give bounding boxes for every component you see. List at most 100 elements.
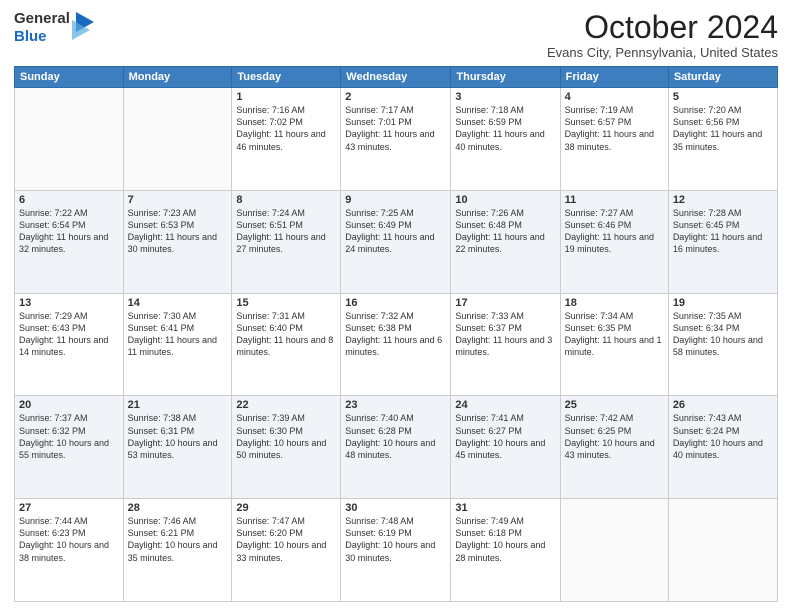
table-row: 6Sunrise: 7:22 AM Sunset: 6:54 PM Daylig… [15,190,124,293]
table-row: 19Sunrise: 7:35 AM Sunset: 6:34 PM Dayli… [668,293,777,396]
table-row: 8Sunrise: 7:24 AM Sunset: 6:51 PM Daylig… [232,190,341,293]
logo: General Blue [14,10,94,46]
col-wednesday: Wednesday [341,67,451,88]
day-number: 13 [19,297,119,309]
table-row: 5Sunrise: 7:20 AM Sunset: 6:56 PM Daylig… [668,88,777,191]
table-row: 11Sunrise: 7:27 AM Sunset: 6:46 PM Dayli… [560,190,668,293]
col-thursday: Thursday [451,67,560,88]
table-row: 7Sunrise: 7:23 AM Sunset: 6:53 PM Daylig… [123,190,232,293]
table-row: 16Sunrise: 7:32 AM Sunset: 6:38 PM Dayli… [341,293,451,396]
logo-general: General [14,10,70,27]
day-number: 16 [345,297,446,309]
table-row: 10Sunrise: 7:26 AM Sunset: 6:48 PM Dayli… [451,190,560,293]
day-info: Sunrise: 7:42 AM Sunset: 6:25 PM Dayligh… [565,412,664,461]
day-info: Sunrise: 7:31 AM Sunset: 6:40 PM Dayligh… [236,310,336,359]
day-info: Sunrise: 7:33 AM Sunset: 6:37 PM Dayligh… [455,310,555,359]
day-number: 9 [345,194,446,206]
day-info: Sunrise: 7:28 AM Sunset: 6:45 PM Dayligh… [673,207,773,256]
calendar-header-row: Sunday Monday Tuesday Wednesday Thursday… [15,67,778,88]
day-info: Sunrise: 7:18 AM Sunset: 6:59 PM Dayligh… [455,104,555,153]
table-row: 3Sunrise: 7:18 AM Sunset: 6:59 PM Daylig… [451,88,560,191]
title-block: October 2024 Evans City, Pennsylvania, U… [547,10,778,60]
table-row [668,499,777,602]
header: General Blue October 2024 Evans City, Pe… [14,10,778,60]
day-number: 14 [128,297,228,309]
day-info: Sunrise: 7:30 AM Sunset: 6:41 PM Dayligh… [128,310,228,359]
table-row: 31Sunrise: 7:49 AM Sunset: 6:18 PM Dayli… [451,499,560,602]
day-number: 21 [128,399,228,411]
day-info: Sunrise: 7:17 AM Sunset: 7:01 PM Dayligh… [345,104,446,153]
logo-icon [72,12,94,45]
day-number: 10 [455,194,555,206]
day-number: 30 [345,502,446,514]
day-number: 6 [19,194,119,206]
day-info: Sunrise: 7:39 AM Sunset: 6:30 PM Dayligh… [236,412,336,461]
col-sunday: Sunday [15,67,124,88]
day-number: 29 [236,502,336,514]
day-number: 19 [673,297,773,309]
col-friday: Friday [560,67,668,88]
day-number: 27 [19,502,119,514]
day-number: 23 [345,399,446,411]
calendar-table: Sunday Monday Tuesday Wednesday Thursday… [14,66,778,602]
day-info: Sunrise: 7:37 AM Sunset: 6:32 PM Dayligh… [19,412,119,461]
table-row: 25Sunrise: 7:42 AM Sunset: 6:25 PM Dayli… [560,396,668,499]
logo-text: General Blue [14,10,70,46]
day-info: Sunrise: 7:24 AM Sunset: 6:51 PM Dayligh… [236,207,336,256]
day-number: 8 [236,194,336,206]
day-info: Sunrise: 7:35 AM Sunset: 6:34 PM Dayligh… [673,310,773,359]
day-number: 5 [673,91,773,103]
day-number: 7 [128,194,228,206]
table-row: 28Sunrise: 7:46 AM Sunset: 6:21 PM Dayli… [123,499,232,602]
col-tuesday: Tuesday [232,67,341,88]
table-row: 17Sunrise: 7:33 AM Sunset: 6:37 PM Dayli… [451,293,560,396]
month-title: October 2024 [547,10,778,45]
table-row: 2Sunrise: 7:17 AM Sunset: 7:01 PM Daylig… [341,88,451,191]
table-row: 27Sunrise: 7:44 AM Sunset: 6:23 PM Dayli… [15,499,124,602]
table-row: 18Sunrise: 7:34 AM Sunset: 6:35 PM Dayli… [560,293,668,396]
day-info: Sunrise: 7:48 AM Sunset: 6:19 PM Dayligh… [345,515,446,564]
location: Evans City, Pennsylvania, United States [547,45,778,60]
day-info: Sunrise: 7:49 AM Sunset: 6:18 PM Dayligh… [455,515,555,564]
table-row [560,499,668,602]
day-info: Sunrise: 7:26 AM Sunset: 6:48 PM Dayligh… [455,207,555,256]
day-info: Sunrise: 7:34 AM Sunset: 6:35 PM Dayligh… [565,310,664,359]
day-number: 26 [673,399,773,411]
table-row: 12Sunrise: 7:28 AM Sunset: 6:45 PM Dayli… [668,190,777,293]
day-info: Sunrise: 7:32 AM Sunset: 6:38 PM Dayligh… [345,310,446,359]
table-row: 29Sunrise: 7:47 AM Sunset: 6:20 PM Dayli… [232,499,341,602]
day-info: Sunrise: 7:23 AM Sunset: 6:53 PM Dayligh… [128,207,228,256]
day-info: Sunrise: 7:25 AM Sunset: 6:49 PM Dayligh… [345,207,446,256]
col-monday: Monday [123,67,232,88]
day-info: Sunrise: 7:22 AM Sunset: 6:54 PM Dayligh… [19,207,119,256]
table-row: 15Sunrise: 7:31 AM Sunset: 6:40 PM Dayli… [232,293,341,396]
table-row: 30Sunrise: 7:48 AM Sunset: 6:19 PM Dayli… [341,499,451,602]
table-row: 20Sunrise: 7:37 AM Sunset: 6:32 PM Dayli… [15,396,124,499]
table-row: 24Sunrise: 7:41 AM Sunset: 6:27 PM Dayli… [451,396,560,499]
day-number: 25 [565,399,664,411]
table-row: 23Sunrise: 7:40 AM Sunset: 6:28 PM Dayli… [341,396,451,499]
table-row: 13Sunrise: 7:29 AM Sunset: 6:43 PM Dayli… [15,293,124,396]
day-info: Sunrise: 7:40 AM Sunset: 6:28 PM Dayligh… [345,412,446,461]
day-number: 11 [565,194,664,206]
day-info: Sunrise: 7:16 AM Sunset: 7:02 PM Dayligh… [236,104,336,153]
day-info: Sunrise: 7:41 AM Sunset: 6:27 PM Dayligh… [455,412,555,461]
day-number: 1 [236,91,336,103]
table-row: 1Sunrise: 7:16 AM Sunset: 7:02 PM Daylig… [232,88,341,191]
day-info: Sunrise: 7:47 AM Sunset: 6:20 PM Dayligh… [236,515,336,564]
day-info: Sunrise: 7:46 AM Sunset: 6:21 PM Dayligh… [128,515,228,564]
day-number: 31 [455,502,555,514]
table-row: 21Sunrise: 7:38 AM Sunset: 6:31 PM Dayli… [123,396,232,499]
day-number: 22 [236,399,336,411]
table-row: 9Sunrise: 7:25 AM Sunset: 6:49 PM Daylig… [341,190,451,293]
table-row: 26Sunrise: 7:43 AM Sunset: 6:24 PM Dayli… [668,396,777,499]
table-row: 14Sunrise: 7:30 AM Sunset: 6:41 PM Dayli… [123,293,232,396]
day-number: 4 [565,91,664,103]
day-number: 3 [455,91,555,103]
day-info: Sunrise: 7:43 AM Sunset: 6:24 PM Dayligh… [673,412,773,461]
table-row [15,88,124,191]
day-info: Sunrise: 7:19 AM Sunset: 6:57 PM Dayligh… [565,104,664,153]
col-saturday: Saturday [668,67,777,88]
table-row [123,88,232,191]
logo-blue: Blue [14,28,47,45]
